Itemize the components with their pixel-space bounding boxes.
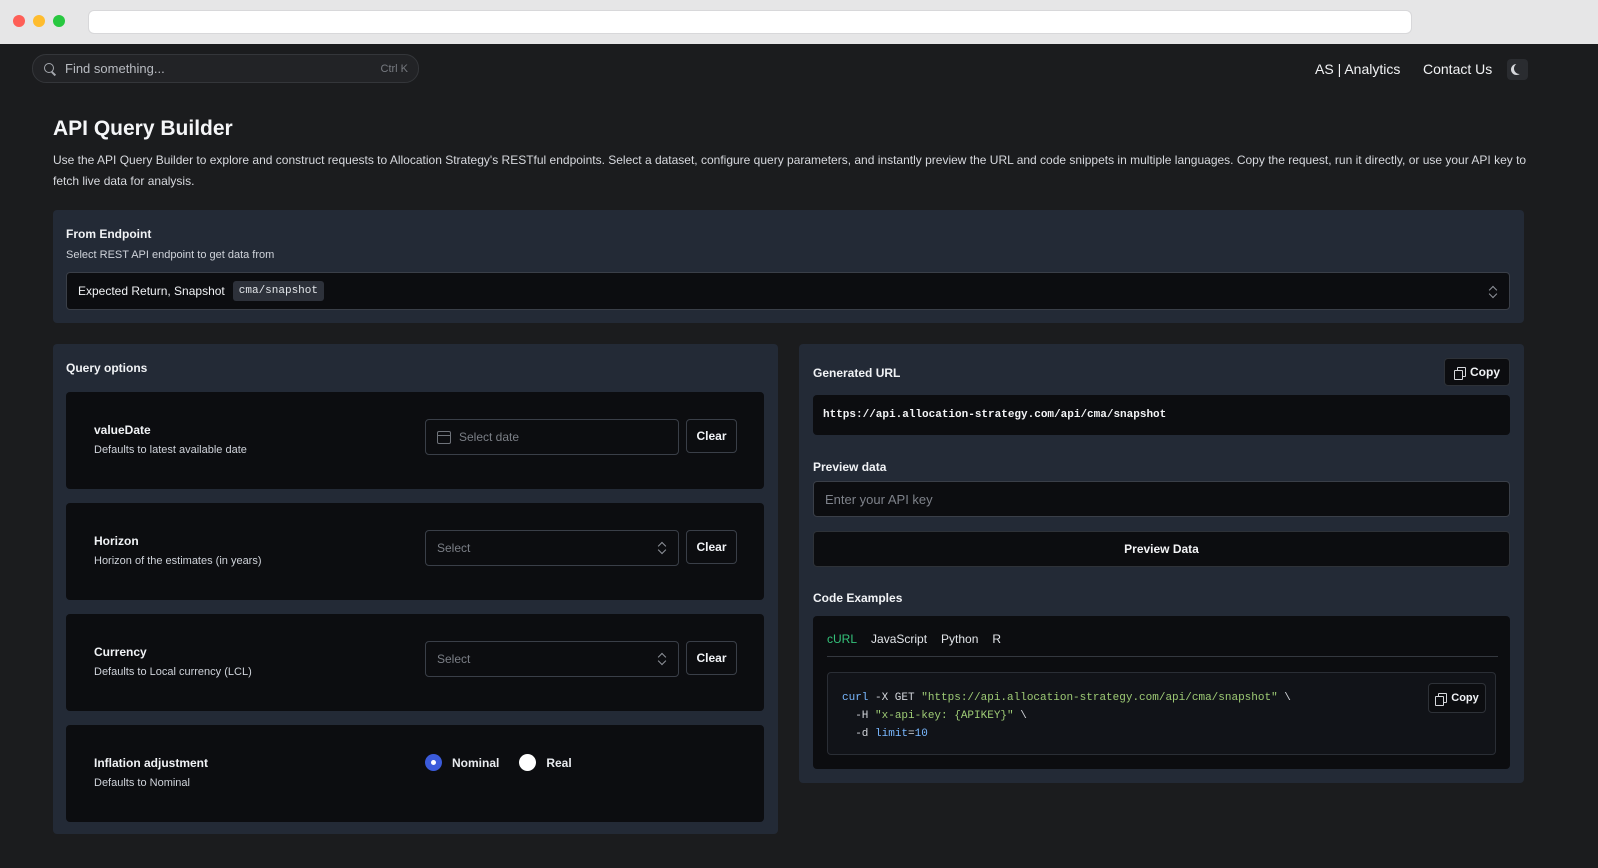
tab-python[interactable]: Python: [941, 632, 978, 646]
copy-icon: [1435, 692, 1448, 706]
app-window: Ctrl K AS | Analytics Contact Us API Que…: [0, 44, 1598, 868]
option-card-horizon: Horizon Horizon of the estimates (in yea…: [66, 503, 764, 600]
option-description: Defaults to Nominal: [94, 777, 190, 789]
endpoint-panel: From Endpoint Select REST API endpoint t…: [53, 210, 1524, 323]
code-snippet: curl -X GET "https://api.allocation-stra…: [827, 672, 1496, 755]
option-card-currency: Currency Defaults to Local currency (LCL…: [66, 614, 764, 711]
option-description: Defaults to latest available date: [94, 444, 247, 456]
browser-chrome: [0, 0, 1598, 44]
clear-horizon-button[interactable]: Clear: [686, 530, 737, 564]
date-placeholder: Select date: [459, 430, 520, 444]
option-card-valuedate: valueDate Defaults to latest available d…: [66, 392, 764, 489]
nav-link-analytics[interactable]: AS | Analytics: [1315, 61, 1400, 77]
theme-toggle-button[interactable]: [1507, 59, 1528, 80]
radio-real[interactable]: [519, 754, 537, 771]
option-title: Currency: [94, 645, 147, 659]
search-shortcut: Ctrl K: [380, 62, 409, 75]
address-bar[interactable]: [88, 10, 1412, 34]
endpoint-label: From Endpoint: [66, 227, 152, 241]
close-window-icon[interactable]: [13, 15, 25, 27]
code-examples-panel: cURL JavaScript Python R curl -X GET "ht…: [813, 616, 1510, 769]
top-navigation: Ctrl K AS | Analytics Contact Us: [0, 44, 1598, 92]
radio-label-real[interactable]: Real: [546, 756, 571, 770]
code-tabs: cURL JavaScript Python R: [827, 632, 1001, 646]
copy-url-button[interactable]: Copy: [1444, 358, 1510, 386]
nav-link-contact[interactable]: Contact Us: [1423, 61, 1492, 77]
option-title: Horizon: [94, 534, 139, 548]
preview-data-label: Preview data: [813, 460, 887, 474]
copy-icon: [1454, 366, 1466, 380]
option-card-inflation: Inflation adjustment Defaults to Nominal…: [66, 725, 764, 822]
clear-valuedate-button[interactable]: Clear: [686, 419, 737, 453]
code-examples-label: Code Examples: [813, 591, 903, 605]
search-box[interactable]: Ctrl K: [32, 54, 419, 83]
query-options-label: Query options: [66, 361, 148, 375]
moon-icon: [1514, 63, 1525, 74]
preview-data-button[interactable]: Preview Data: [813, 531, 1510, 567]
select-placeholder: Select: [437, 541, 471, 555]
endpoint-path-badge: cma/snapshot: [232, 281, 324, 301]
radio-label-nominal[interactable]: Nominal: [452, 756, 499, 770]
copy-url-label: Copy: [1470, 365, 1500, 379]
option-title: valueDate: [94, 423, 151, 437]
currency-select[interactable]: Select: [425, 641, 679, 677]
chevron-up-down-icon: [658, 652, 666, 666]
copy-code-button[interactable]: Copy: [1428, 683, 1486, 713]
clear-currency-button[interactable]: Clear: [686, 641, 737, 675]
generated-url-label: Generated URL: [813, 366, 901, 380]
generated-url: https://api.allocation-strategy.com/api/…: [813, 395, 1510, 435]
endpoint-sublabel: Select REST API endpoint to get data fro…: [66, 249, 275, 261]
chevron-up-down-icon: [1489, 285, 1497, 299]
maximize-window-icon[interactable]: [53, 15, 65, 27]
date-picker-input[interactable]: Select date: [425, 419, 679, 455]
tab-divider: [827, 656, 1498, 657]
select-placeholder: Select: [437, 652, 471, 666]
option-description: Horizon of the estimates (in years): [94, 555, 262, 567]
query-options-panel: Query options valueDate Defaults to late…: [53, 344, 778, 834]
api-key-input[interactable]: [813, 481, 1510, 517]
tab-curl[interactable]: cURL: [827, 632, 857, 646]
minimize-window-icon[interactable]: [33, 15, 45, 27]
page-title: API Query Builder: [53, 117, 233, 140]
option-description: Defaults to Local currency (LCL): [94, 666, 252, 678]
calendar-icon: [437, 430, 451, 444]
horizon-select[interactable]: Select: [425, 530, 679, 566]
endpoint-name: Expected Return, Snapshot: [78, 284, 225, 298]
search-input[interactable]: [65, 61, 381, 76]
copy-code-label: Copy: [1451, 692, 1479, 704]
inflation-radio-group: Nominal Real: [425, 754, 572, 771]
page-description: Use the API Query Builder to explore and…: [53, 153, 1527, 188]
endpoint-select[interactable]: Expected Return, Snapshot cma/snapshot: [66, 272, 1510, 310]
tab-r[interactable]: R: [992, 632, 1001, 646]
radio-nominal[interactable]: [425, 754, 442, 771]
request-panel: Generated URL Copy https://api.allocatio…: [799, 344, 1524, 783]
search-icon: [43, 62, 57, 76]
tab-javascript[interactable]: JavaScript: [871, 632, 927, 646]
option-title: Inflation adjustment: [94, 756, 208, 770]
chevron-up-down-icon: [658, 541, 666, 555]
code-text: curl -X GET "https://api.allocation-stra…: [842, 692, 1291, 740]
